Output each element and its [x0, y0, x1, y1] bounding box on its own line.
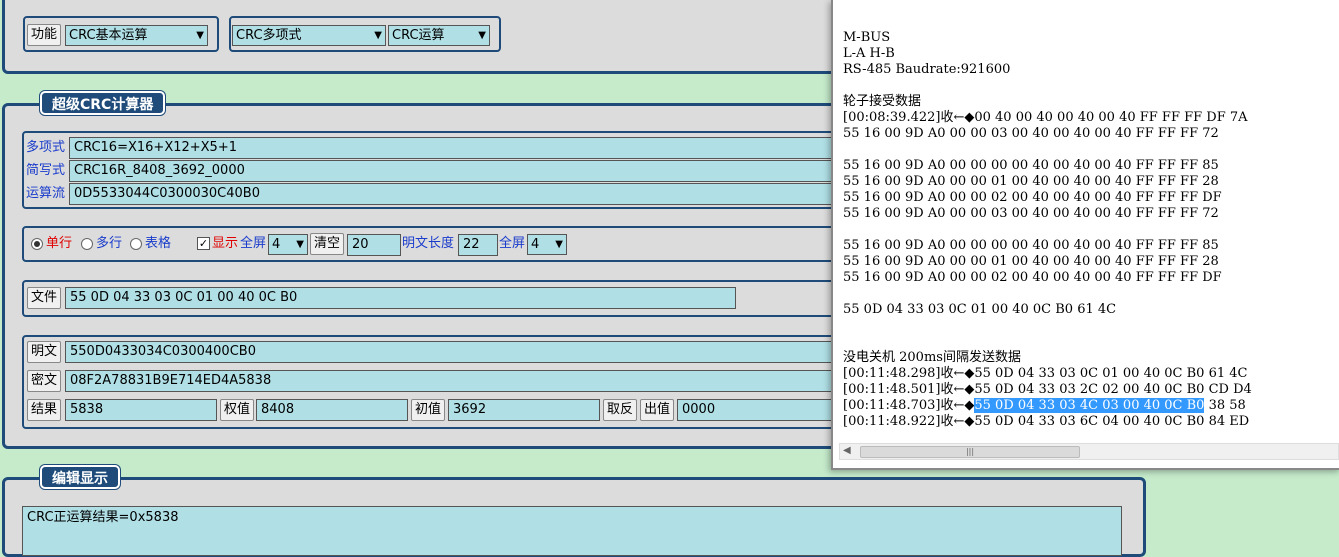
multi-line-label: 多行: [96, 236, 123, 251]
file-button[interactable]: 文件: [27, 287, 62, 309]
plain-length-label: 明文长度: [402, 236, 455, 251]
function-select[interactable]: CRC基本运算 ▼: [65, 25, 208, 46]
init-field[interactable]: 3692: [448, 399, 600, 421]
clear-value-field[interactable]: 20: [347, 234, 401, 256]
fullscreen2-label: 全屏: [499, 236, 526, 251]
ciphertext-field[interactable]: 08F2A78831B9E714ED4A5838: [65, 370, 844, 392]
console-hl-suffix: 38 58: [1204, 398, 1246, 413]
crc-op-select[interactable]: CRC运算 ▼: [388, 25, 490, 46]
checkmark-icon: ✓: [198, 237, 209, 250]
plain-length-field[interactable]: 22: [458, 234, 498, 256]
chevron-down-icon: ▼: [296, 239, 304, 250]
polynomial-label: 多项式: [26, 140, 66, 155]
chevron-down-icon: ▼: [478, 30, 486, 41]
plaintext-button[interactable]: 明文: [27, 341, 62, 363]
fullscreen-label: 全屏: [240, 236, 267, 251]
crc-calculator-legend: 超级CRC计算器: [40, 91, 166, 115]
weight-field[interactable]: 8408: [256, 399, 408, 421]
fullscreen2-select[interactable]: 4 ▼: [527, 234, 567, 255]
single-line-label: 单行: [46, 236, 73, 251]
fullscreen-select-value: 4: [272, 237, 281, 252]
ciphertext-button[interactable]: 密文: [27, 370, 62, 392]
single-line-radio[interactable]: [31, 238, 43, 250]
plaintext-field[interactable]: 550D0433034C0300400CB0: [65, 341, 844, 363]
scroll-left-icon[interactable]: ◀: [843, 445, 851, 456]
chevron-down-icon: ▼: [555, 239, 563, 250]
result-button[interactable]: 结果: [27, 399, 62, 421]
result-field[interactable]: 5838: [65, 399, 217, 421]
weight-button[interactable]: 权值: [220, 399, 255, 421]
show-checkbox[interactable]: ✓: [197, 237, 210, 250]
console-log: M-BUS L-A H-B RS-485 Baudrate:921600 轮子接…: [843, 30, 1252, 430]
chevron-down-icon: ▼: [374, 30, 382, 41]
fullscreen2-select-value: 4: [531, 237, 540, 252]
table-label: 表格: [145, 236, 172, 251]
out-button[interactable]: 出值: [640, 399, 675, 421]
function-select-value: CRC基本运算: [69, 28, 148, 43]
init-button[interactable]: 初值: [411, 399, 446, 421]
op-stream-field[interactable]: 0D5533044C0300030C40B0: [69, 183, 844, 205]
serial-console-window: M-BUS L-A H-B RS-485 Baudrate:921600 轮子接…: [831, 0, 1339, 470]
fullscreen-select[interactable]: 4 ▼: [268, 234, 308, 255]
edit-display-legend: 编辑显示: [40, 465, 120, 489]
console-last-line: [00:11:48.922]收←◆55 0D 04 33 03 6C 04 00…: [843, 414, 1250, 429]
console-selected-text[interactable]: 55 0D 04 33 03 4C 03 00 40 0C B0: [974, 398, 1205, 413]
edit-display-textarea[interactable]: CRC正运算结果=0x5838: [22, 506, 1122, 556]
multi-line-radio[interactable]: [81, 238, 93, 250]
console-hl-prefix: [00:11:48.703]收←◆: [843, 398, 975, 413]
console-horizontal-scrollbar[interactable]: ◀ |||: [839, 443, 1339, 460]
function-button[interactable]: 功能: [27, 24, 62, 46]
file-field[interactable]: 55 0D 04 33 03 0C 01 00 40 0C B0: [65, 287, 736, 309]
chevron-down-icon: ▼: [196, 30, 204, 41]
scrollbar-thumb[interactable]: |||: [860, 446, 1080, 458]
shorthand-field[interactable]: CRC16R_8408_3692_0000: [69, 160, 844, 182]
crc-op-select-value: CRC运算: [392, 28, 445, 43]
console-lines: M-BUS L-A H-B RS-485 Baudrate:921600 轮子接…: [843, 30, 1252, 397]
op-stream-label: 运算流: [26, 186, 66, 201]
out-field[interactable]: 0000: [677, 399, 844, 421]
invert-button[interactable]: 取反: [603, 399, 638, 421]
show-label: 显示: [212, 236, 239, 251]
shorthand-label: 简写式: [26, 163, 66, 178]
crc-poly-select-value: CRC多项式: [236, 28, 302, 43]
crc-poly-select[interactable]: CRC多项式 ▼: [232, 25, 386, 46]
clear-button[interactable]: 清空: [310, 233, 345, 255]
polynomial-field[interactable]: CRC16=X16+X12+X5+1: [69, 137, 844, 159]
table-radio[interactable]: [130, 238, 142, 250]
